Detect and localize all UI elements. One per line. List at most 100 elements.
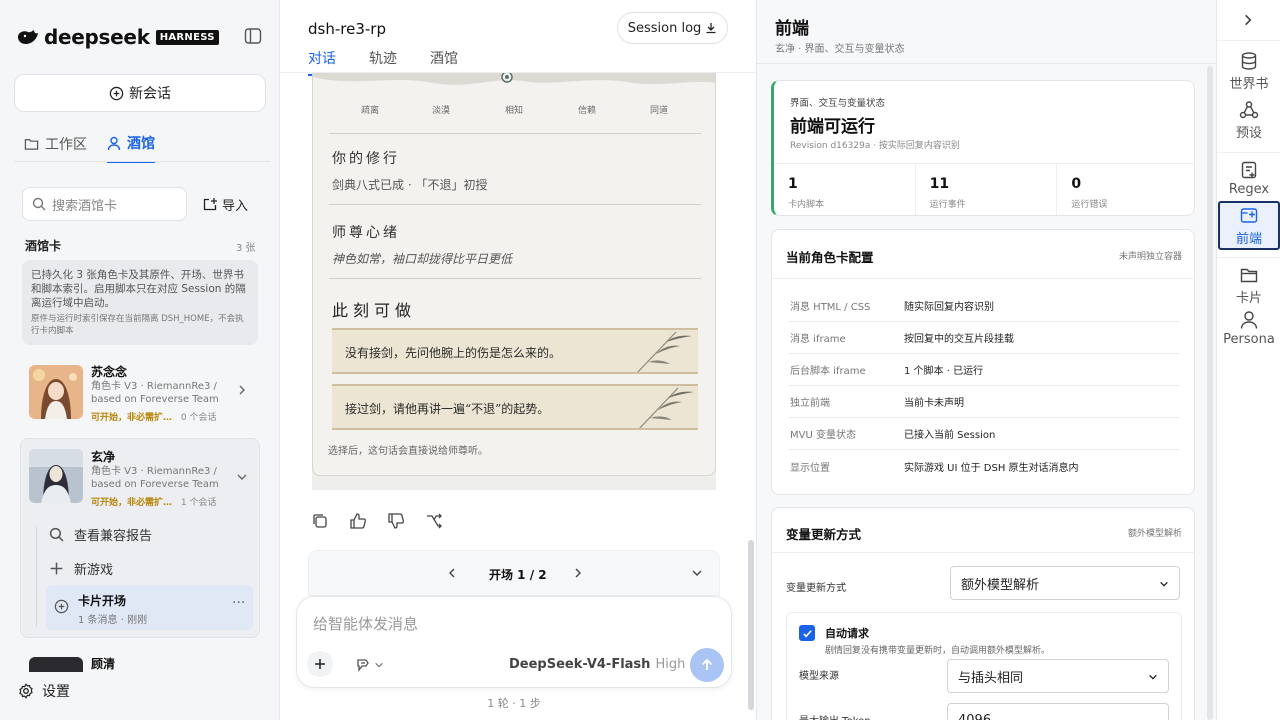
notice-subtext: 原件与运行时索引保存在当前隔离 DSH_HOME，不会执行卡内脚本 <box>31 314 244 336</box>
import-button[interactable]: 导入 <box>202 195 248 214</box>
composer-input[interactable]: 给智能体发消息 <box>313 613 418 634</box>
tab-workspace[interactable]: 工作区 <box>24 133 87 163</box>
config-value: 实际游戏 UI 位于 DSH 原生对话消息内 <box>904 462 1079 474</box>
input-value: 4096 <box>958 712 992 720</box>
thumbs-down-icon[interactable] <box>387 512 405 530</box>
folder-icon <box>1240 268 1258 283</box>
choice-button[interactable]: 没有接剑，先问他腕上的伤是怎么来的。 <box>332 328 698 374</box>
auto-request-checkbox[interactable] <box>799 625 815 641</box>
update-method-select[interactable]: 额外模型解析 <box>950 566 1180 600</box>
bamboo-decoration <box>637 331 692 372</box>
message-composer[interactable]: 给智能体发消息 DeepSeek-V4-Flash High <box>296 596 732 688</box>
panel-scrollbar[interactable] <box>1207 66 1213 720</box>
config-title: 当前角色卡配置 <box>786 250 874 265</box>
model-selector[interactable]: DeepSeek-V4-Flash High <box>509 657 699 672</box>
rail-label: Regex <box>1228 182 1270 197</box>
card-name: 苏念念 <box>91 365 128 379</box>
gear-icon <box>19 683 33 699</box>
chevron-down-icon <box>375 662 383 668</box>
compat-report-item[interactable]: 查看兼容报告 <box>49 525 152 544</box>
branch-icon[interactable] <box>425 512 443 530</box>
auto-request-title: 自动请求 <box>825 627 869 640</box>
character-card-gu[interactable]: 顾清 <box>20 652 260 672</box>
chat-area: dsh-re3-rp Session log 对话 轨迹 酒馆 疏离 淡漠 相知… <box>280 0 756 720</box>
rail-regex[interactable]: Regex <box>1217 160 1280 197</box>
character-card-xuanjing[interactable]: 玄净 角色卡 V3 · RiemannRe3 / based on Foreve… <box>20 438 260 638</box>
card-status: 可开始，非必需扩… 1 个会话 <box>91 495 216 508</box>
character-card-su[interactable]: 苏念念 角色卡 V3 · RiemannRe3 / based on Forev… <box>20 358 260 428</box>
panel-title: 前端 <box>775 19 809 39</box>
settings-button[interactable]: 设置 <box>18 681 70 701</box>
card-status-warn: 可开始，非必需扩… <box>91 413 173 423</box>
more-options-icon[interactable]: ··· <box>232 595 245 611</box>
tools-dropdown[interactable] <box>355 657 384 673</box>
card-session-count: 1 个会话 <box>180 498 217 508</box>
search-input[interactable]: 搜索酒馆卡 <box>22 187 187 221</box>
rail-label: 卡片 <box>1235 291 1262 306</box>
actions-heading: 此刻可做 <box>332 301 417 320</box>
regex-doc-icon <box>1241 161 1257 179</box>
model-source-select[interactable]: 与插头相同 <box>947 659 1169 693</box>
stage-label: 疏离 <box>361 106 380 116</box>
chevron-left-icon[interactable] <box>446 567 458 579</box>
rail-persona[interactable]: Persona <box>1217 310 1280 347</box>
card-meta: 角色卡 V3 · RiemannRe3 / based on Foreverse… <box>91 381 219 405</box>
brand-logo[interactable]: deepseek HARNESS <box>16 25 219 49</box>
brand-name: deepseek <box>44 25 150 49</box>
divider <box>772 552 1194 553</box>
rail-label: 世界书 <box>1229 77 1269 92</box>
config-value: 按回复中的交互片段挂载 <box>904 334 1014 345</box>
person-icon <box>1240 311 1258 329</box>
whale-logo-icon <box>18 30 38 44</box>
plus-icon <box>50 562 63 575</box>
send-button[interactable] <box>690 648 724 682</box>
new-chat-button[interactable]: 新会话 <box>14 74 266 112</box>
rail-cards[interactable]: 卡片 <box>1217 265 1280 306</box>
stat-scripts: 1 卡内脚本 <box>774 164 916 215</box>
session-log-button[interactable]: Session log <box>617 12 728 44</box>
new-game-item[interactable]: 新游戏 <box>49 559 113 578</box>
sidebar-toggle-icon[interactable] <box>244 27 262 45</box>
notice-text: 已持久化 3 张角色卡及其原件、开场、世界书和脚本索引。启用脚本只在对应 Ses… <box>31 269 246 309</box>
chevron-down-icon[interactable] <box>691 567 703 579</box>
plus-icon <box>315 659 325 669</box>
choice-button[interactable]: 接过剑，请他再讲一遍“不退”的起势。 <box>332 384 698 430</box>
max-token-input[interactable]: 4096 <box>947 703 1169 720</box>
chevron-right-icon[interactable] <box>572 567 584 579</box>
thumbs-up-icon[interactable] <box>349 512 367 530</box>
rail-frontend[interactable]: 前端 <box>1217 206 1280 247</box>
copy-icon[interactable] <box>311 512 329 530</box>
status-kicker: 界面、交互与变量状态 <box>790 98 886 109</box>
chevron-down-icon[interactable] <box>236 471 248 483</box>
chevron-right-icon[interactable] <box>1241 13 1255 27</box>
rail-label: 前端 <box>1235 232 1262 247</box>
model-name: DeepSeek-V4-Flash <box>509 657 651 672</box>
choice-footnote: 选择后，这句话会直接说给师尊听。 <box>328 446 488 457</box>
tab-workspace-label: 工作区 <box>45 137 87 153</box>
stat-value: 0 <box>1071 176 1082 192</box>
stage-label: 相知 <box>505 106 524 116</box>
attach-button[interactable] <box>307 651 333 677</box>
rail-presets[interactable]: 预设 <box>1217 100 1280 141</box>
avatar <box>29 657 83 672</box>
card-status-warn: 可开始，非必需扩… <box>91 498 173 508</box>
nodes-icon <box>1239 101 1259 119</box>
session-item-active[interactable]: 卡片开场 1 条消息 · 刚刚 ··· <box>46 585 253 630</box>
select-value: 额外模型解析 <box>961 577 1040 593</box>
config-value: 随实际回复内容识别 <box>904 302 994 313</box>
mood-text: 神色如常，袖口却拢得比平日更低 <box>332 252 513 266</box>
model-source-label: 模型来源 <box>799 671 839 682</box>
brand-tag: HARNESS <box>155 29 219 45</box>
tab-tavern[interactable]: 酒馆 <box>107 133 155 163</box>
config-row: 独立前端 当前卡未声明 <box>788 386 1180 418</box>
config-hint: 未声明独立容器 <box>1118 252 1182 262</box>
frontend-status-card: 界面、交互与变量状态 前端可运行 Revision d16329a · 按实际回… <box>771 80 1195 216</box>
tree-line <box>36 527 37 627</box>
config-table: 消息 HTML / CSS 随实际回复内容识别 消息 iframe 按回复中的交… <box>788 290 1180 482</box>
config-value: 1 个脚本 · 已运行 <box>904 366 984 377</box>
card-status: 可开始，非必需扩… 0 个会话 <box>91 410 216 423</box>
chat-scrollbar[interactable] <box>748 540 754 710</box>
rail-worldbook[interactable]: 世界书 <box>1217 51 1280 92</box>
divider <box>1217 257 1280 258</box>
compat-report-label: 查看兼容报告 <box>74 529 153 544</box>
